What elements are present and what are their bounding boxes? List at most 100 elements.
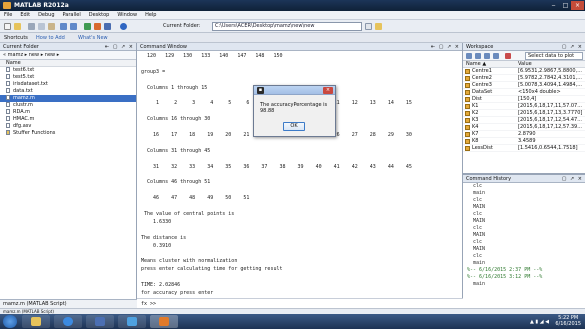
redo-icon[interactable]	[70, 23, 77, 30]
print-icon[interactable]	[493, 53, 499, 59]
profiler-icon[interactable]	[104, 23, 111, 30]
how-to-add-link[interactable]: How to Add	[36, 35, 65, 41]
panel-controls-icon[interactable]: ▢ ↗ ×	[562, 43, 583, 51]
history-entry[interactable]: clc	[463, 183, 585, 190]
history-entry[interactable]: MAIN	[463, 218, 585, 225]
file-item[interactable]: test5.txt	[0, 74, 136, 81]
history-entry[interactable]: main	[463, 260, 585, 267]
current-folder-field[interactable]: C:\Users\ACER\Desktop\mamz\new\new	[212, 22, 362, 31]
workspace-variable-row[interactable]: Centre3 [5.0078,3.4094,1.4984,...	[463, 82, 585, 89]
ok-button[interactable]: OK	[283, 122, 305, 131]
paste-icon[interactable]	[48, 23, 55, 30]
workspace-variable-row[interactable]: K8 3.4589	[463, 138, 585, 145]
undo-icon[interactable]	[60, 23, 67, 30]
history-entry[interactable]: clc	[463, 211, 585, 218]
taskbar-matlab[interactable]	[150, 315, 178, 328]
workspace-variable-row[interactable]: K1 [2015,6,18,17,11,57.07...	[463, 103, 585, 110]
history-entry[interactable]: main	[463, 281, 585, 288]
workspace-variable-row[interactable]: K7 2.8790	[463, 131, 585, 138]
file-item[interactable]: Stuffer Functions	[0, 130, 136, 137]
panel-controls-icon[interactable]: ▢ ↗ ×	[562, 175, 583, 183]
file-item[interactable]: clustr.m	[0, 102, 136, 109]
file-item[interactable]: dfg.asv	[0, 123, 136, 130]
menu-window[interactable]: Window	[113, 11, 141, 20]
shortcuts-label[interactable]: Shortcuts	[4, 35, 28, 41]
variable-icon	[465, 97, 470, 102]
workspace-variable-row[interactable]: K4 [2015,6,18,17,12,57.39...	[463, 124, 585, 131]
workspace-variable-row[interactable]: LessDist [1.5416,0.6544,1.7518]	[463, 145, 585, 152]
new-variable-icon[interactable]	[466, 53, 472, 59]
workspace-variable-row[interactable]: DataSet <150x4 double>	[463, 89, 585, 96]
value-column-header[interactable]: Value	[518, 61, 532, 68]
select-data-to-plot-dropdown[interactable]: Select data to plot	[525, 52, 583, 60]
workspace-variable-row[interactable]: Centre1 [6.9531,2.9867,5.8800,...	[463, 68, 585, 75]
browse-folder-icon[interactable]	[375, 23, 382, 30]
cut-icon[interactable]	[28, 23, 35, 30]
menu-desktop[interactable]: Desktop	[85, 11, 114, 20]
folder-dropdown-icon[interactable]	[365, 23, 372, 30]
variable-name: K4	[472, 124, 479, 130]
file-item[interactable]: mamz.m	[0, 95, 136, 102]
workspace-variable-row[interactable]: K3 [2015,6,18,17,12,54.47...	[463, 117, 585, 124]
main-toolbar: Current Folder: C:\Users\ACER\Desktop\ma…	[0, 20, 585, 33]
workspace-variable-row[interactable]: Centre2 [5.9782,2.7842,4.3101,...	[463, 75, 585, 82]
file-item[interactable]: test6.txt	[0, 67, 136, 74]
workspace-variable-row[interactable]: Dist [150,4]	[463, 96, 585, 103]
simulink-icon[interactable]	[84, 23, 91, 30]
history-entry[interactable]: clc	[463, 225, 585, 232]
menu-parallel[interactable]: Parallel	[59, 11, 85, 20]
taskbar-ie[interactable]	[54, 315, 82, 328]
menu-debug[interactable]: Debug	[34, 11, 58, 20]
breadcrumb[interactable]: « mamz ▸ new ▸ new ▸	[0, 51, 136, 60]
console-line: 46 47 48 49 50 51	[141, 195, 250, 202]
file-item[interactable]: data.txt	[0, 88, 136, 95]
console-line: Columns 46 through 51	[141, 179, 211, 186]
history-entry[interactable]: MAIN	[463, 232, 585, 239]
history-timestamp[interactable]: %-- 6/16/2015 2:37 PM --%	[463, 267, 585, 274]
file-item[interactable]: RDA.m	[0, 109, 136, 116]
console-line: Columns 16 through 30	[141, 116, 211, 123]
history-entry[interactable]: main	[463, 190, 585, 197]
system-tray[interactable]: ▲ ▮ ◢ ◀	[530, 319, 549, 325]
copy-icon[interactable]	[38, 23, 45, 30]
help-icon[interactable]	[120, 23, 127, 30]
history-entry[interactable]: clc	[463, 239, 585, 246]
current-folder-panel: Current Folder ⇤ ▢ ↗ × « mamz ▸ new ▸ ne…	[0, 43, 137, 308]
variable-name: K1	[472, 103, 479, 109]
menu-help[interactable]: Help	[141, 11, 160, 20]
start-button[interactable]	[3, 315, 17, 328]
taskbar-media[interactable]	[86, 315, 114, 328]
taskbar-app[interactable]	[118, 315, 146, 328]
workspace-variable-row[interactable]: K2 [2015,6,18,17,13,3.7770]	[463, 110, 585, 117]
console-line: The distance is	[141, 234, 187, 241]
new-file-icon[interactable]	[4, 23, 11, 30]
panel-controls-icon[interactable]: ⇤ ▢ ↗ ×	[431, 43, 460, 51]
history-entry[interactable]: MAIN	[463, 246, 585, 253]
history-entry[interactable]: clc	[463, 197, 585, 204]
close-icon[interactable]: ×	[571, 1, 584, 10]
delete-icon[interactable]	[505, 53, 511, 59]
variable-value: [2015,6,18,17,12,54.47...	[518, 117, 582, 123]
menu-file[interactable]: File	[0, 11, 16, 20]
history-entry[interactable]: MAIN	[463, 204, 585, 211]
command-prompt[interactable]: fx >>	[137, 298, 463, 308]
file-item[interactable]: HMAC.m	[0, 116, 136, 123]
name-column-header[interactable]: Name	[0, 60, 136, 67]
guide-icon[interactable]	[94, 23, 101, 30]
taskbar-explorer[interactable]	[22, 315, 50, 328]
save-workspace-icon[interactable]	[484, 53, 490, 59]
history-entry[interactable]: clc	[463, 253, 585, 260]
panel-controls-icon[interactable]: ⇤ ▢ ↗ ×	[105, 43, 134, 51]
dialog-close-icon[interactable]: ×	[323, 87, 333, 94]
clock[interactable]: 5:22 PM 6/16/2015	[555, 315, 581, 327]
name-column-header[interactable]: Name ▲	[466, 61, 486, 68]
whats-new-link[interactable]: What's New	[78, 35, 108, 41]
taskbar: ▲ ▮ ◢ ◀ 5:22 PM 6/16/2015	[0, 314, 585, 329]
history-list: clc main clc MAIN clc MAIN clc MAIN clc MAIN clc ma…	[463, 183, 585, 288]
open-variable-icon[interactable]	[475, 53, 481, 59]
history-timestamp[interactable]: %-- 6/16/2015 3:12 PM --%	[463, 274, 585, 281]
file-item[interactable]: irisdataset.txt	[0, 81, 136, 88]
menu-edit[interactable]: Edit	[16, 11, 34, 20]
open-folder-icon[interactable]	[14, 23, 21, 30]
folder-icon	[31, 317, 41, 326]
